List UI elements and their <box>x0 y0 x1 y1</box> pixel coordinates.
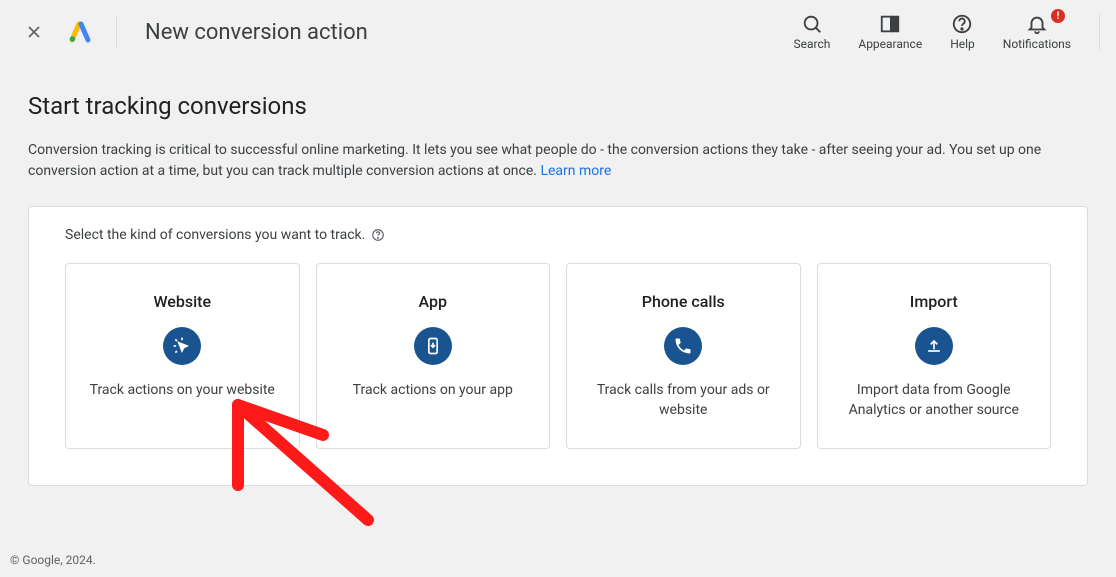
select-prompt-row: Select the kind of conversions you want … <box>65 227 1051 243</box>
search-label: Search <box>793 37 830 51</box>
header-right: Search Appearance Help ! Notifications <box>793 13 1100 51</box>
learn-more-link[interactable]: Learn more <box>540 163 611 179</box>
help-button[interactable]: Help <box>950 13 975 51</box>
help-label: Help <box>950 37 975 51</box>
option-website-title: Website <box>153 292 211 311</box>
phone-icon <box>664 327 702 365</box>
google-ads-logo <box>68 20 92 44</box>
close-button[interactable] <box>24 22 44 42</box>
appearance-label: Appearance <box>858 37 922 51</box>
option-phone-title: Phone calls <box>642 292 725 311</box>
option-import[interactable]: Import Import data from Google Analytics… <box>817 263 1052 449</box>
notifications-button[interactable]: ! Notifications <box>1003 13 1071 51</box>
cursor-click-icon <box>163 327 201 365</box>
ads-logo-icon <box>68 20 92 44</box>
close-icon <box>24 22 44 42</box>
header-vertical-divider <box>1099 14 1100 50</box>
options-row: Website Track actions on your website Ap… <box>65 263 1051 449</box>
option-app-title: App <box>419 292 447 311</box>
option-phone-calls[interactable]: Phone calls Track calls from your ads or… <box>566 263 801 449</box>
upload-icon <box>915 327 953 365</box>
option-website[interactable]: Website Track actions on your website <box>65 263 300 449</box>
selection-card: Select the kind of conversions you want … <box>28 206 1088 486</box>
header-divider <box>116 16 117 48</box>
option-website-desc: Track actions on your website <box>90 381 275 401</box>
bell-icon <box>1026 13 1048 35</box>
appearance-button[interactable]: Appearance <box>858 13 922 51</box>
select-prompt-text: Select the kind of conversions you want … <box>65 227 365 243</box>
section-description: Conversion tracking is critical to succe… <box>28 140 1088 182</box>
section-heading: Start tracking conversions <box>28 92 1088 120</box>
header-left: New conversion action <box>24 16 368 48</box>
option-import-title: Import <box>910 292 958 311</box>
search-button[interactable]: Search <box>793 13 830 51</box>
footer-copyright: © Google, 2024. <box>10 553 96 567</box>
option-import-desc: Import data from Google Analytics or ano… <box>834 381 1035 420</box>
phone-download-icon <box>414 327 452 365</box>
page-title: New conversion action <box>145 20 368 45</box>
search-icon <box>801 13 823 35</box>
appearance-icon <box>879 13 901 35</box>
help-icon <box>951 13 973 35</box>
notifications-label: Notifications <box>1003 37 1071 51</box>
description-text: Conversion tracking is critical to succe… <box>28 142 1041 179</box>
header-bar: New conversion action Search Appearance … <box>0 0 1116 64</box>
main-content: Start tracking conversions Conversion tr… <box>0 64 1116 486</box>
option-phone-desc: Track calls from your ads or website <box>583 381 784 420</box>
info-icon[interactable] <box>371 228 385 242</box>
option-app-desc: Track actions on your app <box>353 381 513 401</box>
notification-badge: ! <box>1051 9 1065 23</box>
option-app[interactable]: App Track actions on your app <box>316 263 551 449</box>
